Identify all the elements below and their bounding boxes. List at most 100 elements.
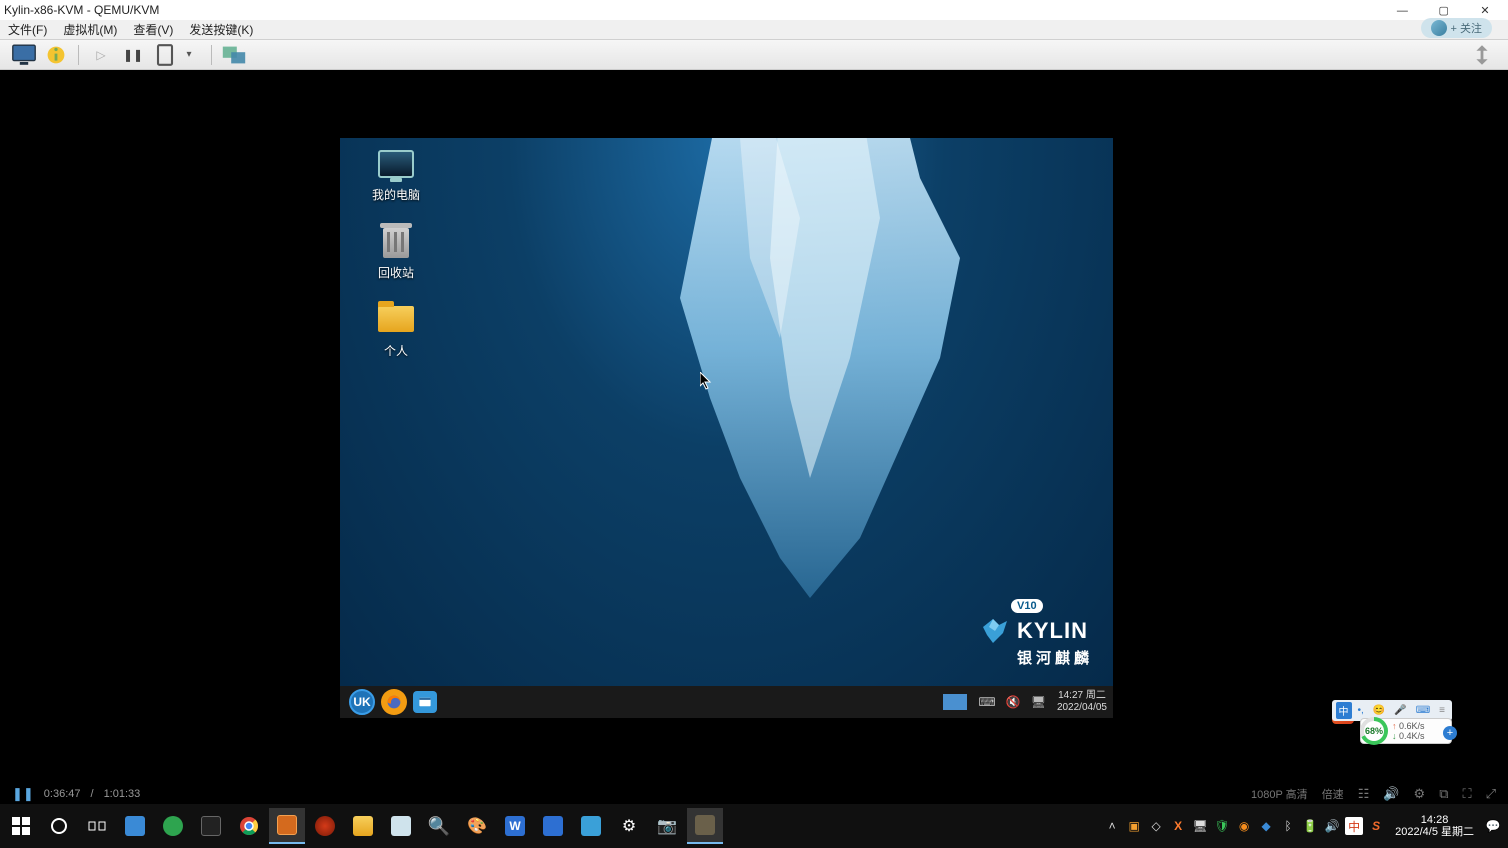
video-sep: / [91, 788, 94, 800]
video-subtitle-icon[interactable]: ☷ [1358, 786, 1370, 802]
app-360-icon[interactable] [155, 808, 191, 844]
app-highlighted-icon[interactable] [687, 808, 723, 844]
menu-vm[interactable]: 虚拟机(M) [55, 21, 125, 38]
guest-display[interactable]: 我的电脑 回收站 个人 V10 KYLIN 银河麒麟 UK [340, 138, 1113, 718]
tray-orange-icon[interactable]: ◉ [1235, 817, 1253, 835]
app-remote-icon[interactable] [573, 808, 609, 844]
app-bird-icon[interactable] [117, 808, 153, 844]
tray-camera-icon[interactable]: ▣ [1125, 817, 1143, 835]
app-camera-icon[interactable]: 📷 [649, 808, 685, 844]
desktop-icon-label: 回收站 [378, 266, 414, 280]
trash-icon [383, 228, 409, 258]
app-wps-word-icon[interactable]: W [497, 808, 533, 844]
window-titlebar: Kylin-x86-KVM - QEMU/KVM — ▢ ✕ [0, 0, 1508, 20]
menu-view[interactable]: 查看(V) [125, 21, 181, 38]
app-terminal-icon[interactable] [193, 808, 229, 844]
window-controls: — ▢ ✕ [1383, 3, 1504, 17]
video-wide-icon[interactable]: ⛶ [1462, 786, 1471, 802]
guest-weekday: 周二 [1086, 690, 1106, 701]
guest-active-window-indicator[interactable] [943, 694, 967, 710]
guest-cursor-icon [700, 372, 712, 390]
ime-menu-icon[interactable]: ≡ [1436, 704, 1448, 717]
menu-sendkey[interactable]: 发送按键(K) [181, 21, 261, 38]
video-speed[interactable]: 倍速 [1322, 786, 1344, 802]
tray-battery-icon[interactable]: 🔋 [1301, 817, 1319, 835]
video-total: 1:01:33 [104, 788, 141, 800]
video-volume-icon[interactable]: 🔊 [1383, 786, 1399, 802]
tray-shield-icon[interactable]: 🛡 [1213, 817, 1231, 835]
desktop-icon-personal[interactable]: 个人 [360, 306, 432, 359]
start-button[interactable] [3, 808, 39, 844]
video-pip-icon[interactable]: ⧉ [1439, 786, 1448, 802]
menu-file[interactable]: 文件(F) [0, 21, 55, 38]
pause-button[interactable]: ❚❚ [119, 44, 147, 66]
minimize-button[interactable]: — [1383, 5, 1421, 17]
desktop-icon-trash[interactable]: 回收站 [360, 228, 432, 281]
close-button[interactable]: ✕ [1466, 4, 1504, 17]
tray-notifications-icon[interactable]: 💬 [1484, 817, 1502, 835]
kylin-logo-icon [979, 615, 1011, 647]
tray-up-icon[interactable]: ˄ [1103, 817, 1121, 835]
guest-desktop[interactable]: 我的电脑 回收站 个人 V10 KYLIN 银河麒麟 [340, 138, 1113, 688]
guest-date: 2022/04/05 [1057, 702, 1107, 714]
app-paint-icon[interactable]: 🎨 [459, 808, 495, 844]
maximize-button[interactable]: ▢ [1425, 4, 1463, 17]
menubar: 文件(F) 虚拟机(M) 查看(V) 发送按键(K) + 关注 [0, 20, 1508, 40]
host-date: 2022/4/5 星期二 [1395, 826, 1474, 838]
desktop-icon-label: 个人 [384, 344, 408, 358]
video-settings-icon[interactable]: ⚙ [1414, 786, 1426, 802]
tray-sync-icon[interactable]: ◇ [1147, 817, 1165, 835]
guest-start-button[interactable]: UK [349, 689, 375, 715]
guest-firefox-button[interactable] [381, 689, 407, 715]
tray-sogou-icon[interactable]: S [1367, 817, 1385, 835]
brand-version: V10 [1011, 599, 1043, 613]
follow-avatar-icon [1431, 20, 1447, 36]
brand-watermark: V10 KYLIN 银河麒麟 [979, 596, 1093, 668]
host-clock[interactable]: 14:28 2022/4/5 星期二 [1389, 814, 1480, 838]
video-controls-overlay: ❚❚ 0:36:47 / 1:01:33 1080P 高清 倍速 ☷ 🔊 ⚙ ⧉… [0, 784, 1508, 804]
taskview-button[interactable] [79, 808, 115, 844]
app-swirl-icon[interactable] [307, 808, 343, 844]
tray-bt-icon[interactable]: ᛒ [1279, 817, 1297, 835]
info-button[interactable] [42, 44, 70, 66]
host-time: 14:28 [1395, 814, 1474, 826]
ime-keyboard-icon[interactable]: ⌨ [1413, 704, 1433, 717]
fullscreen-button[interactable] [220, 44, 248, 66]
ime-lang[interactable]: 中 [1336, 702, 1352, 719]
video-fullscreen-icon[interactable]: ⤢ [1486, 786, 1496, 802]
ime-emoji-icon[interactable]: 😊 [1370, 704, 1388, 717]
guest-tray-volume-icon[interactable]: 🔇 [1006, 695, 1021, 709]
tray-ime-icon[interactable]: 中 [1345, 817, 1363, 835]
console-button[interactable] [10, 44, 38, 66]
window-title: Kylin-x86-KVM - QEMU/KVM [4, 3, 159, 17]
run-button[interactable]: ▷ [87, 44, 115, 66]
app-virt-manager-icon[interactable] [269, 808, 305, 844]
tray-vol-icon[interactable]: 🔊 [1323, 817, 1341, 835]
guest-tray-keyboard-icon[interactable]: ⌨ [978, 695, 995, 709]
guest-time: 14:27 [1058, 690, 1083, 701]
tray-diamond-icon[interactable]: ◆ [1257, 817, 1275, 835]
app-magnify-icon[interactable]: 🔍 [421, 808, 457, 844]
follow-label: + 关注 [1451, 20, 1482, 36]
guest-clock[interactable]: 14:27 周二 2022/04/05 [1057, 690, 1107, 714]
tray-monitor-icon[interactable]: 🖥 [1191, 817, 1209, 835]
desktop-icon-computer[interactable]: 我的电脑 [360, 150, 432, 203]
app-notepad-icon[interactable] [383, 808, 419, 844]
app-chrome-icon[interactable] [231, 808, 267, 844]
app-wps-icon[interactable] [535, 808, 571, 844]
net-monitor-add-icon[interactable]: + [1443, 726, 1457, 740]
app-explorer-icon[interactable] [345, 808, 381, 844]
net-monitor-widget[interactable]: 68% ↑ 0.6K/s ↓ 0.4K/s + [1360, 718, 1452, 744]
cortana-button[interactable] [41, 808, 77, 844]
shutdown-dropdown-icon[interactable]: ▾ [175, 44, 203, 66]
ime-punct-icon[interactable]: •, [1355, 704, 1367, 717]
video-quality[interactable]: 1080P 高清 [1251, 786, 1308, 802]
guest-filemanager-button[interactable] [413, 691, 437, 713]
dock-toggle-icon[interactable] [1468, 44, 1496, 66]
follow-button[interactable]: + 关注 [1421, 18, 1492, 38]
app-settings-icon[interactable]: ⚙ [611, 808, 647, 844]
ime-mic-icon[interactable]: 🎤 [1391, 704, 1409, 717]
guest-tray-network-icon[interactable]: 🖥 [1031, 695, 1046, 709]
tray-x-icon[interactable]: X [1169, 817, 1187, 835]
play-pause-button[interactable]: ❚❚ [12, 786, 34, 802]
